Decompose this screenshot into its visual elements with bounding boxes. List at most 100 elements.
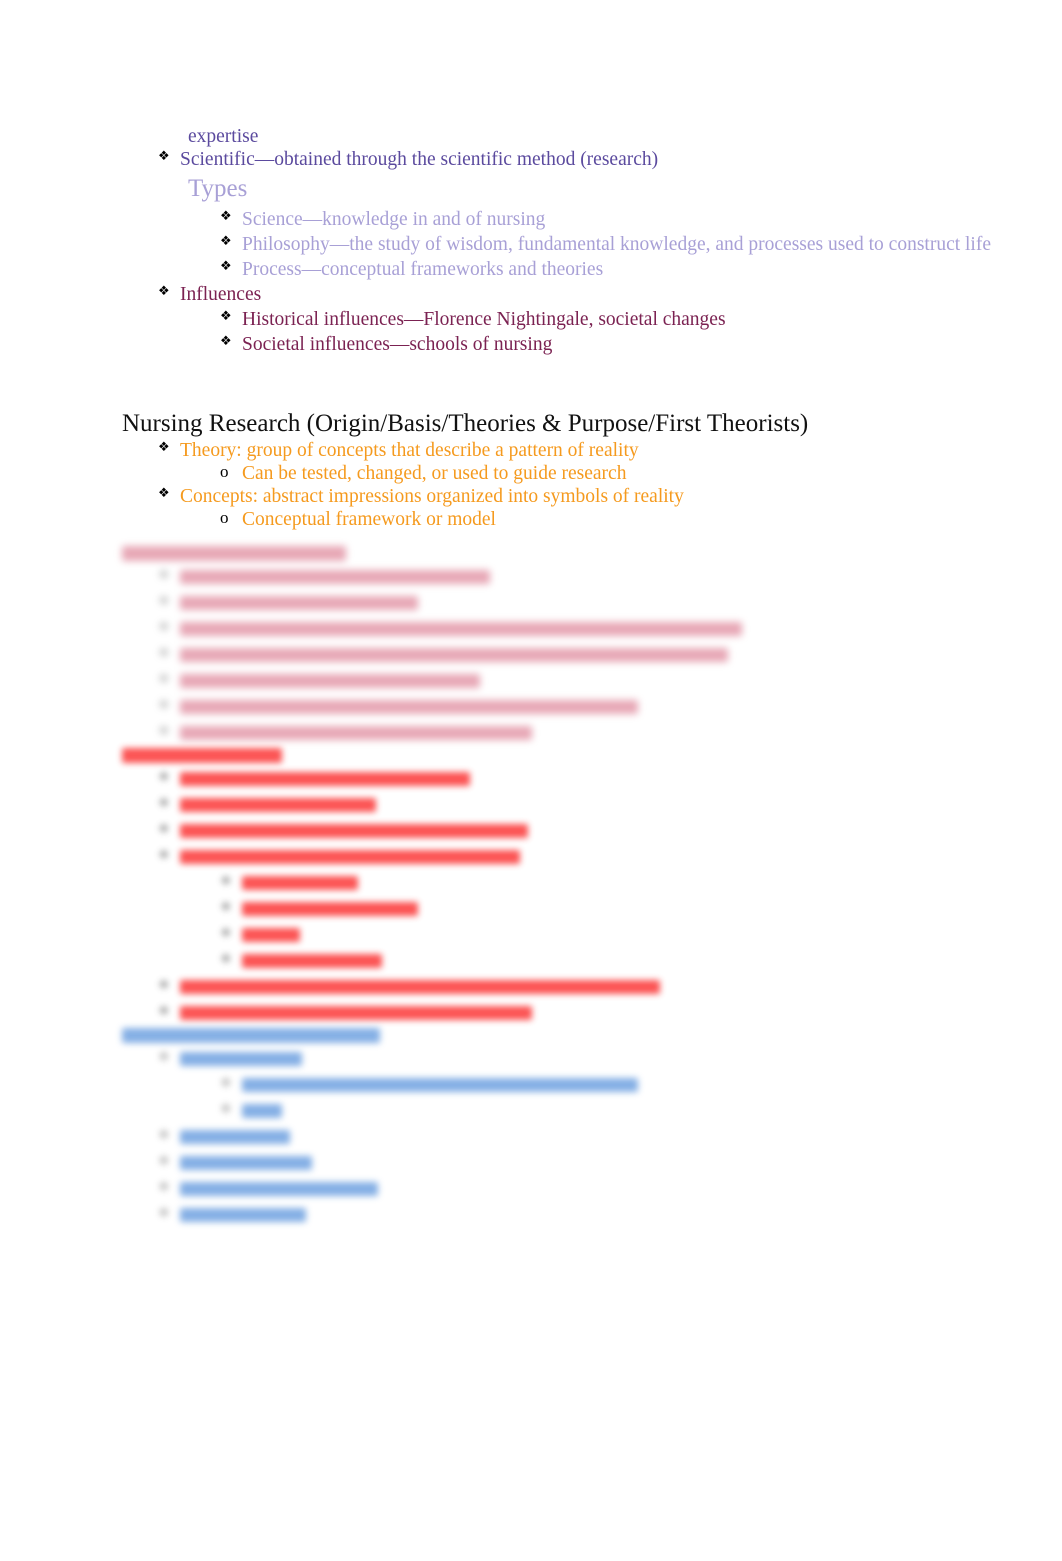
list-item-scientific: ❖ Scientific—obtained through the scient…	[158, 148, 1062, 171]
diamond-bullet-icon: ❖	[220, 926, 232, 941]
nursing-research-section: ❖ Theory: group of concepts that describ…	[0, 439, 1062, 531]
list-item-label: Conceptual framework or model	[242, 509, 496, 530]
list-item-label: Can be tested, changed, or used to guide…	[242, 463, 627, 484]
list-item: ❖	[158, 1049, 1062, 1074]
list-item-influences: ❖ Influences	[158, 283, 1062, 306]
diamond-bullet-icon: ❖	[158, 646, 170, 661]
list-item-theory: ❖ Theory: group of concepts that describ…	[158, 439, 1062, 462]
diamond-bullet-icon: ❖	[158, 149, 170, 164]
list-item: ❖	[158, 671, 1062, 696]
diamond-bullet-icon: ❖	[220, 233, 232, 249]
list-item: ❖	[220, 925, 1062, 950]
list-item: ❖	[158, 847, 1062, 872]
diamond-bullet-icon: ❖	[158, 848, 170, 863]
list-item: ❖	[158, 769, 1062, 794]
diamond-bullet-icon: ❖	[158, 568, 170, 583]
list-item: ❖	[158, 795, 1062, 820]
list-item-philosophy: ❖ Philosophy—the study of wisdom, fundam…	[220, 233, 1062, 256]
diamond-bullet-icon: ❖	[158, 672, 170, 687]
list-item: ❖	[158, 1205, 1062, 1230]
diamond-bullet-icon: ❖	[220, 952, 232, 967]
list-item-historical-influences: ❖ Historical influences—Florence Nightin…	[220, 308, 1062, 331]
list-item-label	[180, 1130, 290, 1144]
list-item-label	[180, 1208, 306, 1222]
list-item-label	[180, 772, 470, 786]
diamond-bullet-icon: ❖	[220, 333, 232, 349]
list-item-label	[180, 798, 376, 812]
list-item-label	[242, 928, 300, 942]
list-item: ❖	[158, 567, 1062, 592]
diamond-bullet-icon: ❖	[220, 874, 232, 889]
blue-section: ❖ ❖ ❖ ❖ ❖ ❖ ❖	[0, 1025, 1062, 1231]
list-item-label	[180, 850, 520, 864]
list-item-label	[180, 700, 638, 714]
diamond-bullet-icon: ❖	[158, 283, 170, 299]
list-item-label	[180, 1156, 312, 1170]
list-item-label: Scientific—obtained through the scientif…	[180, 149, 659, 170]
list-item-concepts: ❖ Concepts: abstract impressions organiz…	[158, 485, 1062, 508]
list-item-label: Historical influences—Florence Nightinga…	[242, 308, 726, 330]
list-item-label	[242, 1104, 282, 1118]
list-item: ❖	[220, 899, 1062, 924]
diamond-bullet-icon: ❖	[158, 594, 170, 609]
diamond-bullet-icon: ❖	[158, 620, 170, 635]
list-item-theory-sub: o Can be tested, changed, or used to gui…	[220, 462, 1062, 485]
list-item-label	[180, 648, 728, 662]
list-item: ❖	[220, 873, 1062, 898]
diamond-bullet-icon: ❖	[220, 208, 232, 224]
diamond-bullet-icon: ❖	[158, 440, 170, 455]
list-item-label	[180, 622, 742, 636]
diamond-bullet-icon: ❖	[158, 796, 170, 811]
circle-bullet-icon: o	[220, 462, 229, 481]
continuation-line-expertise: expertise	[188, 126, 259, 147]
diamond-bullet-icon: ❖	[158, 1154, 170, 1169]
knowledge-types-section: expertise ❖ Scientific—obtained through …	[0, 126, 1062, 358]
pink-section: ❖ ❖ ❖ ❖ ❖ ❖ ❖	[0, 543, 1062, 749]
page-title-nursing-research: Nursing Research (Origin/Basis/Theories …	[122, 410, 809, 437]
list-item: ❖	[158, 1127, 1062, 1152]
list-item: ❖	[158, 619, 1062, 644]
diamond-bullet-icon: ❖	[158, 770, 170, 785]
red-section: ❖ ❖ ❖ ❖ ❖ ❖ ❖ ❖ ❖ ❖	[0, 745, 1062, 1029]
diamond-bullet-icon: ❖	[220, 1102, 232, 1117]
list-item-label	[180, 674, 480, 688]
red-section-heading	[122, 745, 1062, 769]
list-item: ❖	[220, 1101, 1062, 1126]
diamond-bullet-icon: ❖	[220, 1076, 232, 1091]
document-page: expertise ❖ Scientific—obtained through …	[0, 0, 1062, 1561]
list-item: ❖	[158, 821, 1062, 846]
list-item: ❖	[220, 1075, 1062, 1100]
list-item-label: Philosophy—the study of wisdom, fundamen…	[242, 233, 991, 255]
list-item-process: ❖ Process—conceptual frameworks and theo…	[220, 258, 1062, 281]
list-item-label	[242, 876, 358, 890]
list-item-label	[180, 570, 490, 584]
diamond-bullet-icon: ❖	[158, 1128, 170, 1143]
diamond-bullet-icon: ❖	[220, 258, 232, 274]
list-item-label	[180, 1052, 302, 1066]
diamond-bullet-icon: ❖	[158, 822, 170, 837]
list-item-label	[180, 1006, 532, 1020]
diamond-bullet-icon: ❖	[158, 1206, 170, 1221]
list-item: ❖	[158, 697, 1062, 722]
list-item-label: Concepts: abstract impressions organized…	[180, 486, 684, 507]
list-item: ❖	[158, 977, 1062, 1002]
diamond-bullet-icon: ❖	[220, 900, 232, 915]
list-item-label	[180, 726, 532, 740]
blue-section-heading	[122, 1025, 1062, 1049]
list-item: ❖	[158, 593, 1062, 618]
list-item: ❖	[158, 645, 1062, 670]
list-item: ❖	[220, 951, 1062, 976]
diamond-bullet-icon: ❖	[158, 1180, 170, 1195]
list-item-label	[180, 1182, 378, 1196]
diamond-bullet-icon: ❖	[158, 698, 170, 713]
list-item-label: Influences	[180, 283, 262, 305]
list-item-label	[242, 1078, 638, 1092]
diamond-bullet-icon: ❖	[158, 978, 170, 993]
list-item-label: Science—knowledge in and of nursing	[242, 208, 546, 230]
list-item-societal-influences: ❖ Societal influences—schools of nursing	[220, 333, 1062, 356]
list-item-label	[242, 902, 418, 916]
list-item-label: Theory: group of concepts that describe …	[180, 440, 639, 461]
diamond-bullet-icon: ❖	[158, 1004, 170, 1019]
list-item: ❖	[158, 1179, 1062, 1204]
list-item-science: ❖ Science—knowledge in and of nursing	[220, 208, 1062, 231]
